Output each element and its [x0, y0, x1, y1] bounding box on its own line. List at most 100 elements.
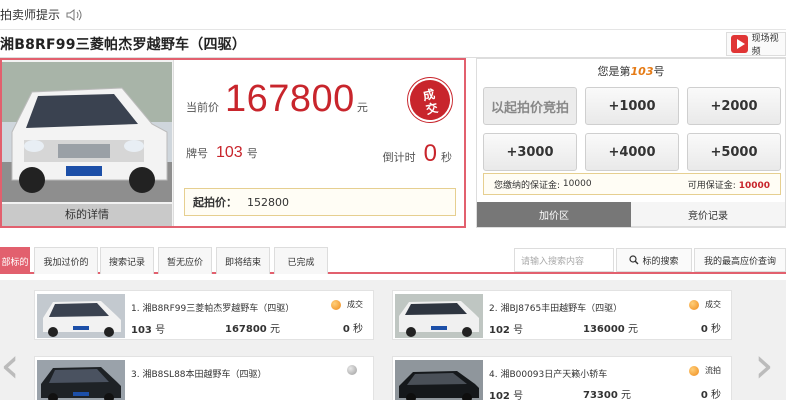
- deposit-info: 您缴纳的保证金: 10000 可用保证金: 10000: [483, 173, 781, 195]
- car-thumbnail: [37, 360, 125, 400]
- lot-number-unit: 号: [513, 325, 524, 336]
- bid-plus-1000-button[interactable]: +1000: [585, 87, 679, 125]
- live-video-button[interactable]: 现场视频: [726, 32, 786, 57]
- lot-countdown-unit: 秒: [353, 324, 363, 335]
- sold-stamp-text-2: 交: [424, 100, 440, 117]
- deposit-value: 10000: [562, 179, 592, 189]
- lot-price-value: 136000: [583, 324, 625, 335]
- plate-row: 牌号 103 号: [186, 144, 258, 162]
- lot-photo[interactable]: 标的详情: [2, 60, 174, 226]
- bidder-rank-suffix: 号: [653, 65, 665, 78]
- countdown-label: 倒计时: [382, 151, 416, 164]
- bidder-rank-header: 您是第103号: [477, 59, 785, 85]
- auctioneer-notice-label: 拍卖师提示: [0, 8, 61, 22]
- lot-number-value: 103: [131, 325, 152, 336]
- tab-search-history[interactable]: 搜索记录: [100, 247, 154, 274]
- lot-price-unit: 元: [620, 390, 631, 400]
- car-thumbnail: [37, 294, 125, 338]
- video-icon: [731, 35, 748, 53]
- tab-bid-records[interactable]: 竞价记录: [631, 202, 785, 227]
- bidder-rank-number: 103: [630, 65, 654, 78]
- lot-price-value: 73300: [583, 390, 618, 400]
- bid-tabs: 加价区 竞价记录: [477, 202, 785, 227]
- lot-number: 103 号: [131, 321, 165, 336]
- suv-photo-image: [2, 62, 172, 202]
- tab-all-lots[interactable]: 部标的: [0, 247, 30, 274]
- current-price-row: 当前价 167800 元: [186, 78, 368, 121]
- lot-number-value: 102: [489, 325, 510, 336]
- lot-countdown-value: 0: [700, 324, 708, 335]
- status-dot-icon: [331, 299, 341, 310]
- bid-plus-4000-button[interactable]: +4000: [585, 133, 679, 171]
- lot-number-unit: 号: [513, 391, 524, 400]
- lot-detail-link[interactable]: 标的详情: [2, 204, 172, 226]
- list-item[interactable]: 1. 湘B8RF99三菱帕杰罗越野车（四驱） 成交 103 号 167800 元…: [34, 290, 374, 340]
- lot-info: 当前价 167800 元 成 交 牌号 103 号 倒计时 0 秒 起拍价： 1…: [174, 60, 464, 226]
- lot-search-input[interactable]: 请输入搜索内容: [514, 248, 614, 272]
- status-text: 成交: [347, 300, 363, 309]
- status-dot-icon: [689, 365, 699, 376]
- lot-price: 73300 元: [583, 386, 631, 400]
- sold-stamp-icon: 成 交: [403, 73, 457, 127]
- lot-name: 4. 湘B00093日产天籁小轿车: [489, 370, 608, 380]
- auctioneer-notice-bar: 拍卖师提示: [0, 0, 786, 30]
- chevron-left-icon[interactable]: ‹: [0, 340, 24, 390]
- search-icon: [629, 255, 639, 265]
- lot-name: 3. 湘B8SL88本田越野车（四驱）: [131, 370, 267, 380]
- bid-plus-5000-button[interactable]: +5000: [687, 133, 781, 171]
- my-highest-bid-button[interactable]: 我的最高应价查询: [694, 248, 786, 272]
- start-price-label: 起拍价：: [193, 196, 237, 209]
- bidding-panel: 您是第103号 以起拍价竞拍 +1000 +2000 +3000 +4000 +…: [476, 58, 786, 228]
- lot-search-button[interactable]: 标的搜索: [616, 248, 692, 272]
- plate-unit: 号: [246, 147, 258, 160]
- status-badge: 成交: [331, 299, 363, 310]
- lot-list: ‹ › 1. 湘B8RF99三菱帕杰罗越野车（四驱） 成交 103 号 1678…: [0, 280, 786, 400]
- list-item[interactable]: 2. 湘BJ8765丰田越野车（四驱） 成交 102 号 136000 元 0 …: [392, 290, 732, 340]
- lot-number: 102 号: [489, 387, 523, 400]
- available-deposit-label: 可用保证金:: [687, 180, 736, 191]
- lot-title: 湘B8RF99三菱帕杰罗越野车（四驱）: [0, 36, 247, 53]
- available-deposit-value: 10000: [738, 180, 770, 191]
- bid-plus-2000-button[interactable]: +2000: [687, 87, 781, 125]
- current-price-value: 167800: [225, 78, 355, 120]
- status-dot-icon: [689, 299, 699, 310]
- bid-start-price-button[interactable]: 以起拍价竞拍: [483, 87, 577, 125]
- lot-countdown-value: 0: [342, 324, 350, 335]
- chevron-right-icon[interactable]: ›: [754, 340, 778, 390]
- list-item[interactable]: 3. 湘B8SL88本田越野车（四驱）: [34, 356, 374, 400]
- status-badge: 成交: [689, 299, 721, 310]
- lot-price-unit: 元: [269, 324, 280, 335]
- countdown-value: 0: [423, 140, 437, 167]
- lot-countdown-unit: 秒: [711, 324, 721, 335]
- lot-price: 136000 元: [583, 320, 638, 335]
- status-text: 流拍: [705, 366, 721, 375]
- lot-countdown: 0 秒: [701, 386, 721, 400]
- car-thumbnail: [395, 294, 483, 338]
- tab-my-bids[interactable]: 我加过价的: [34, 247, 98, 274]
- speaker-icon[interactable]: [66, 8, 82, 22]
- lot-number-unit: 号: [155, 325, 166, 336]
- bid-plus-3000-button[interactable]: +3000: [483, 133, 577, 171]
- tab-ending-soon[interactable]: 即将结束: [216, 247, 270, 274]
- available-deposit: 可用保证金: 10000: [688, 178, 770, 191]
- lot-price-value: 167800: [225, 324, 267, 335]
- lot-name: 2. 湘BJ8765丰田越野车（四驱）: [489, 304, 623, 314]
- bid-button-grid: 以起拍价竞拍 +1000 +2000 +3000 +4000 +5000: [483, 87, 781, 171]
- list-item[interactable]: 4. 湘B00093日产天籁小轿车 流拍 102 号 73300 元 0 秒: [392, 356, 732, 400]
- lot-number-value: 102: [489, 391, 510, 400]
- lot-price: 167800 元: [225, 320, 280, 335]
- countdown-unit: 秒: [441, 151, 452, 164]
- status-badge: [347, 365, 363, 375]
- lot-name: 1. 湘B8RF99三菱帕杰罗越野车（四驱）: [131, 304, 295, 314]
- status-text: 成交: [705, 300, 721, 309]
- lot-countdown: 0 秒: [343, 320, 363, 335]
- tab-bid-area[interactable]: 加价区: [477, 202, 631, 227]
- countdown-row: 倒计时 0 秒: [383, 140, 452, 168]
- tab-no-bids[interactable]: 暂无应价: [158, 247, 212, 274]
- start-price-value: 152800: [247, 195, 289, 209]
- lot-countdown-unit: 秒: [711, 390, 721, 400]
- lot-countdown-value: 0: [700, 390, 708, 400]
- live-video-label: 现场视频: [751, 34, 779, 57]
- tab-completed[interactable]: 已完成: [274, 247, 328, 274]
- lot-title-bar: 湘B8RF99三菱帕杰罗越野车（四驱） 现场视频: [0, 30, 786, 58]
